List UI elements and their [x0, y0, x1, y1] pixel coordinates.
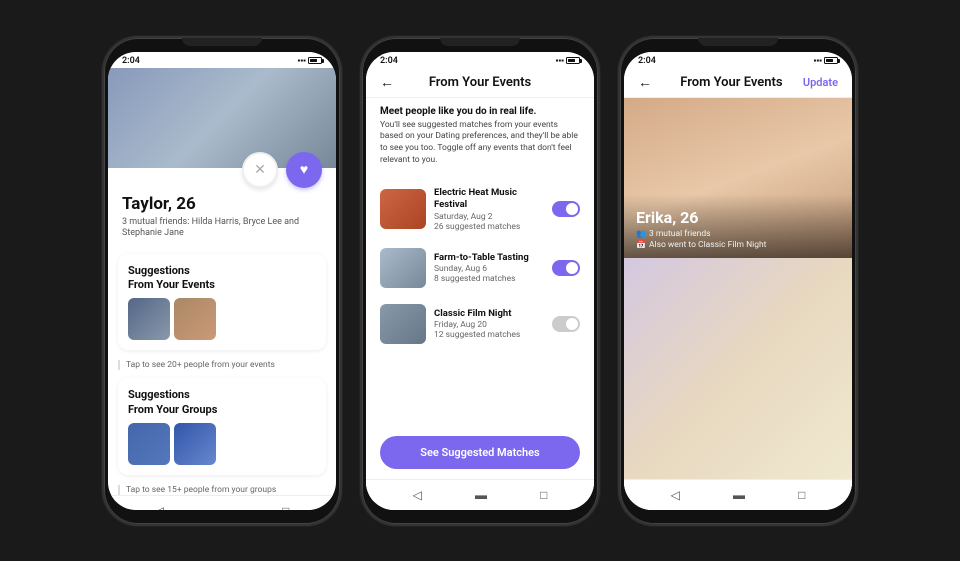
- event-name-2: Farm-to-Table Tasting: [434, 252, 544, 264]
- event-list: Electric Heat Music Festival Saturday, A…: [366, 175, 594, 429]
- screen-title-3: From Your Events: [660, 75, 803, 90]
- events-section-card[interactable]: SuggestionsFrom Your Events: [118, 254, 326, 351]
- battery-icon: [308, 57, 322, 64]
- event-name-1: Electric Heat Music Festival: [434, 187, 544, 212]
- event-row-3[interactable]: Classic Film Night Friday, Aug 20 12 sug…: [366, 296, 594, 352]
- bottom-nav-1: ◁ ▬ □: [108, 495, 336, 509]
- groups-section-card[interactable]: SuggestionsFrom Your Groups: [118, 378, 326, 475]
- back-arrow-3[interactable]: ←: [638, 74, 652, 91]
- event-name-3: Classic Film Night: [434, 308, 544, 320]
- toggle-2[interactable]: [552, 260, 580, 276]
- group-thumb-1: [128, 423, 170, 465]
- event-date-1: Saturday, Aug 2: [434, 212, 544, 222]
- status-time-3: 2:04: [638, 56, 656, 66]
- square-nav-btn-3[interactable]: □: [798, 488, 805, 502]
- groups-section-images: [128, 423, 316, 465]
- status-bar-2: 2:04 ▪▪▪: [366, 52, 594, 68]
- battery-icon-3: [824, 57, 838, 64]
- hero-event-text: Also went to Classic Film Night: [649, 240, 766, 250]
- back-nav-btn-3[interactable]: ◁: [671, 488, 680, 502]
- phone-1: 2:04 ▪▪▪ ✕ ♥ Taylor, 26: [102, 36, 342, 526]
- phone-3: 2:04 ▪▪▪ ← From Your Events Update: [618, 36, 858, 526]
- status-bar-1: 2:04 ▪▪▪: [108, 52, 336, 68]
- profile-friends: 3 mutual friends: Hilda Harris, Bryce Le…: [122, 217, 322, 240]
- hero-name: Erika, 26: [636, 208, 840, 227]
- event-date-3: Friday, Aug 20: [434, 320, 544, 330]
- event-info-3: Classic Film Night Friday, Aug 20 12 sug…: [434, 308, 544, 340]
- hero-meta-friends: 👥 3 mutual friends: [636, 229, 840, 239]
- hero-friends-text: 3 mutual friends: [649, 229, 711, 239]
- phones-container: 2:04 ▪▪▪ ✕ ♥ Taylor, 26: [82, 16, 878, 546]
- event-row-1[interactable]: Electric Heat Music Festival Saturday, A…: [366, 179, 594, 240]
- intro-text: Meet people like you do in real life. Yo…: [366, 98, 594, 176]
- phone-1-screen: 2:04 ▪▪▪ ✕ ♥ Taylor, 26: [108, 52, 336, 510]
- home-nav-btn-3[interactable]: ▬: [733, 488, 745, 502]
- event-icon: 📅: [636, 240, 646, 249]
- status-icons-2: ▪▪▪: [555, 56, 580, 65]
- status-icons-3: ▪▪▪: [813, 56, 838, 65]
- back-arrow-2[interactable]: ←: [380, 74, 394, 91]
- groups-section-title: SuggestionsFrom Your Groups: [128, 388, 316, 417]
- event-thumb-farm: [380, 248, 426, 288]
- event-date-2: Sunday, Aug 6: [434, 264, 544, 274]
- intro-bold: Meet people like you do in real life.: [380, 106, 580, 117]
- update-link[interactable]: Update: [803, 76, 838, 89]
- phone3-header: ← From Your Events Update: [624, 68, 852, 98]
- home-nav-btn[interactable]: ▬: [217, 504, 229, 509]
- event-thumb-2: [174, 298, 216, 340]
- profile3-hero: Erika, 26 👥 3 mutual friends 📅 Also went…: [624, 98, 852, 258]
- home-nav-btn-2[interactable]: ▬: [475, 488, 487, 502]
- status-time-1: 2:04: [122, 56, 140, 66]
- phone3-content: ← From Your Events Update Erika, 26 👥 3 …: [624, 68, 852, 510]
- hero-overlay: Erika, 26 👥 3 mutual friends 📅 Also went…: [624, 194, 852, 258]
- group-thumb-2: [174, 423, 216, 465]
- phone-2: 2:04 ▪▪▪ ← From Your Events Meet people …: [360, 36, 600, 526]
- photo2-img: [624, 258, 852, 479]
- friends-icon: 👥: [636, 229, 646, 238]
- events-tap-hint: Tap to see 20+ people from your events: [118, 360, 326, 370]
- dislike-button[interactable]: ✕: [242, 152, 278, 188]
- hero-meta-event: 📅 Also went to Classic Film Night: [636, 240, 840, 250]
- phone-3-screen: 2:04 ▪▪▪ ← From Your Events Update: [624, 52, 852, 510]
- photo2-card: [624, 258, 852, 479]
- bottom-nav-2: ◁ ▬ □: [366, 479, 594, 510]
- toggle-1[interactable]: [552, 201, 580, 217]
- signal-icon-3: ▪▪▪: [813, 56, 822, 65]
- square-nav-btn-2[interactable]: □: [540, 488, 547, 502]
- square-nav-btn[interactable]: □: [282, 504, 289, 509]
- event-thumb-1: [128, 298, 170, 340]
- status-time-2: 2:04: [380, 56, 398, 66]
- profile-name: Taylor, 26: [122, 194, 322, 214]
- battery-icon-2: [566, 57, 580, 64]
- events-section-images: [128, 298, 316, 340]
- profile-hero: ✕ ♥: [108, 68, 336, 168]
- phone2-content: ← From Your Events Meet people like you …: [366, 68, 594, 510]
- intro-body: You'll see suggested matches from your e…: [380, 120, 580, 168]
- groups-tap-hint: Tap to see 15+ people from your groups: [118, 485, 326, 495]
- back-nav-btn[interactable]: ◁: [155, 504, 164, 509]
- signal-icon: ▪▪▪: [297, 56, 306, 65]
- event-matches-2: 8 suggested matches: [434, 274, 544, 284]
- signal-icon-2: ▪▪▪: [555, 56, 564, 65]
- event-matches-1: 26 suggested matches: [434, 222, 544, 232]
- back-nav-btn-2[interactable]: ◁: [413, 488, 422, 502]
- phone1-content: ✕ ♥ Taylor, 26 3 mutual friends: Hilda H…: [108, 68, 336, 510]
- like-button[interactable]: ♥: [286, 152, 322, 188]
- status-bar-3: 2:04 ▪▪▪: [624, 52, 852, 68]
- event-row-2[interactable]: Farm-to-Table Tasting Sunday, Aug 6 8 su…: [366, 240, 594, 296]
- event-matches-3: 12 suggested matches: [434, 330, 544, 340]
- event-info-2: Farm-to-Table Tasting Sunday, Aug 6 8 su…: [434, 252, 544, 284]
- events-section-title: SuggestionsFrom Your Events: [128, 264, 316, 293]
- screen-title-2: From Your Events: [402, 75, 558, 90]
- action-buttons: ✕ ♥: [242, 152, 322, 188]
- event-thumb-electric: [380, 189, 426, 229]
- status-icons-1: ▪▪▪: [297, 56, 322, 65]
- event-thumb-film: [380, 304, 426, 344]
- bottom-nav-3: ◁ ▬ □: [624, 479, 852, 510]
- phone2-header: ← From Your Events: [366, 68, 594, 98]
- toggle-3[interactable]: [552, 316, 580, 332]
- see-suggested-btn[interactable]: See Suggested Matches: [380, 436, 580, 469]
- event-info-1: Electric Heat Music Festival Saturday, A…: [434, 187, 544, 232]
- phone-2-screen: 2:04 ▪▪▪ ← From Your Events Meet people …: [366, 52, 594, 510]
